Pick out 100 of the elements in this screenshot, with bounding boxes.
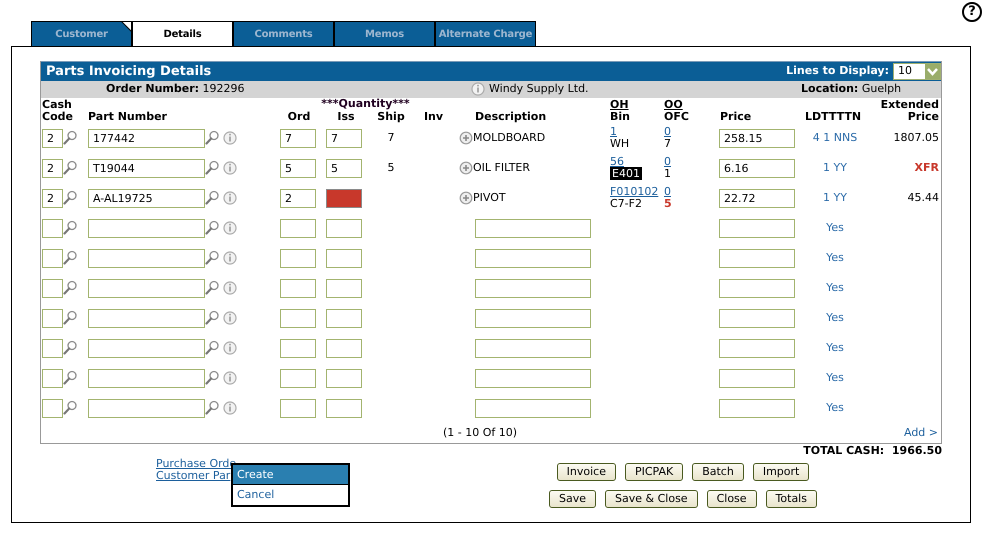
cash-code-field[interactable]: 2 [42,188,63,208]
search-icon[interactable] [205,340,219,356]
description-field[interactable] [475,398,591,418]
description-field[interactable] [475,368,591,388]
cash-code-field[interactable] [42,248,63,268]
ord-field[interactable] [280,338,316,358]
price-field[interactable]: 258.15 [719,128,795,148]
on-order-link[interactable]: 0 [664,186,671,198]
action-button[interactable]: Close [706,490,757,508]
search-icon[interactable] [63,400,77,416]
search-icon[interactable] [63,340,77,356]
on-order-link[interactable]: 0 [664,156,671,168]
part-number-field[interactable]: A-AL19725 [88,188,205,208]
search-icon[interactable] [63,130,77,146]
cash-code-field[interactable] [42,398,63,418]
tab[interactable]: Details [132,21,233,46]
cash-code-field[interactable] [42,368,63,388]
search-icon[interactable] [63,190,77,206]
iss-field[interactable]: 7 [326,128,362,148]
price-field[interactable]: 6.16 [719,158,795,178]
description-field[interactable] [475,308,591,328]
info-icon[interactable] [223,130,237,146]
info-icon[interactable] [223,310,237,326]
on-hand-link[interactable]: 56 [610,156,624,168]
add-icon[interactable] [459,190,473,206]
info-icon[interactable] [223,400,237,416]
part-number-field[interactable] [88,278,205,298]
ord-field[interactable] [280,398,316,418]
iss-field[interactable] [326,308,362,328]
description-field[interactable] [475,248,591,268]
price-field[interactable] [719,218,795,238]
iss-field[interactable] [326,338,362,358]
search-icon[interactable] [63,310,77,326]
search-icon[interactable] [63,280,77,296]
info-icon[interactable] [223,370,237,386]
part-number-field[interactable] [88,398,205,418]
ord-field[interactable] [280,248,316,268]
info-icon[interactable] [223,280,237,296]
info-icon[interactable] [223,340,237,356]
on-order-link[interactable]: 0 [664,126,671,138]
help-icon[interactable]: ? [962,2,982,22]
price-field[interactable] [719,278,795,298]
part-number-field[interactable]: T19044 [88,158,205,178]
part-number-field[interactable] [88,218,205,238]
description-field[interactable] [475,338,591,358]
lines-select[interactable]: 10 [893,63,941,80]
ord-field[interactable]: 7 [280,128,316,148]
iss-field[interactable] [326,278,362,298]
ord-field[interactable]: 5 [280,158,316,178]
price-field[interactable] [719,398,795,418]
action-button[interactable]: PICPAK [624,463,684,481]
cash-code-field[interactable] [42,218,63,238]
part-number-field[interactable]: 177442 [88,128,205,148]
search-icon[interactable] [63,250,77,266]
info-icon[interactable] [223,190,237,206]
action-button[interactable]: Save & Close [605,490,698,508]
part-number-field[interactable] [88,338,205,358]
description-field[interactable] [475,218,591,238]
search-icon[interactable] [205,280,219,296]
cash-code-field[interactable] [42,338,63,358]
part-number-field[interactable] [88,308,205,328]
ord-field[interactable]: 2 [280,188,316,208]
price-field[interactable] [719,308,795,328]
description-field[interactable] [475,278,591,298]
action-button[interactable]: Save [549,490,596,508]
iss-field[interactable] [326,398,362,418]
add-icon[interactable] [459,130,473,146]
search-icon[interactable] [205,310,219,326]
on-hand-link[interactable]: F010102 [610,186,658,198]
search-icon[interactable] [205,130,219,146]
search-icon[interactable] [205,190,219,206]
price-field[interactable]: 22.72 [719,188,795,208]
add-link[interactable]: Add > [904,424,938,442]
search-icon[interactable] [205,250,219,266]
ord-field[interactable] [280,278,316,298]
ord-field[interactable] [280,368,316,388]
part-number-field[interactable] [88,248,205,268]
search-icon[interactable] [205,160,219,176]
menu-item[interactable]: Create [233,465,348,485]
iss-field[interactable] [326,188,362,208]
cash-code-field[interactable] [42,308,63,328]
info-icon[interactable] [223,250,237,266]
price-field[interactable] [719,248,795,268]
info-icon[interactable] [223,160,237,176]
price-field[interactable] [719,368,795,388]
on-hand-link[interactable]: 1 [610,126,617,138]
search-icon[interactable] [63,220,77,236]
action-button[interactable]: Invoice [556,463,616,481]
info-icon[interactable] [471,81,485,98]
cash-code-field[interactable] [42,278,63,298]
ord-field[interactable] [280,218,316,238]
add-icon[interactable] [459,160,473,176]
action-button[interactable]: Totals [766,490,817,508]
iss-field[interactable] [326,248,362,268]
action-button[interactable]: Import [752,463,810,481]
search-icon[interactable] [63,370,77,386]
action-button[interactable]: Batch [692,463,744,481]
search-icon[interactable] [205,220,219,236]
search-icon[interactable] [205,400,219,416]
menu-item[interactable]: Cancel [233,485,348,505]
